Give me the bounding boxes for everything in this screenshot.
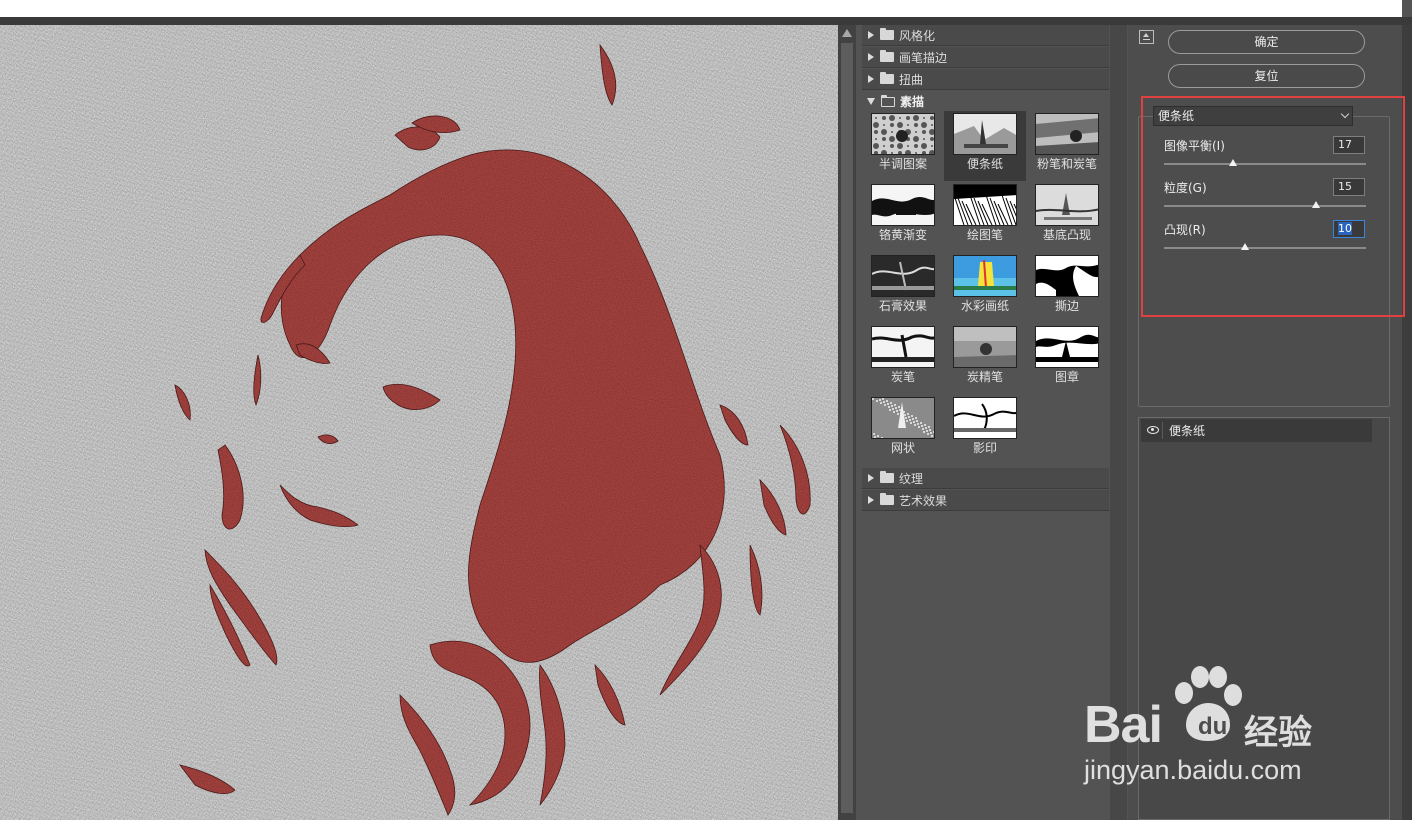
watermark-brand: Bai [1084,696,1163,754]
filter-thumbnail-image [953,255,1017,297]
expand-triangle-icon [868,53,874,61]
expand-triangle-icon [868,75,874,83]
top-bar-gap [1402,0,1412,17]
category-texture[interactable]: 纹理 [862,468,1109,489]
filter-thumb-note[interactable]: 便条纸 [944,111,1026,181]
filter-thumb-relief[interactable]: 基底凸现 [1026,182,1108,252]
baidu-jingyan-watermark: Bai du 经验 jingyan.baidu.com [1080,663,1340,793]
filter-thumb-label: 撕边 [1054,299,1079,313]
folder-icon [880,50,894,62]
layer-divider [1162,422,1163,439]
category-stylize[interactable]: 风格化 [862,25,1109,46]
collapse-gallery-icon[interactable] [1139,30,1154,44]
watermark-jingyan: 经验 [1244,714,1312,752]
collapse-triangle-icon [867,98,875,105]
window-top-bar [0,0,1412,17]
category-label: 风格化 [899,28,936,43]
filter-thumb-label: 影印 [972,441,997,455]
category-artistic[interactable]: 艺术效果 [862,490,1109,511]
filter-thumb-charcoal[interactable]: 炭笔 [862,324,944,394]
scroll-track[interactable] [841,43,853,813]
filter-thumb-label: 便条纸 [966,157,1003,171]
filter-thumb-label: 炭笔 [890,370,915,384]
effect-layer-row[interactable]: 便条纸 [1141,419,1372,442]
filter-thumbnail-image [871,113,935,155]
filter-thumb-halftone[interactable]: 半调图案 [862,111,944,181]
filter-thumbnail-image [871,397,935,439]
expand-triangle-icon [868,474,874,482]
filter-thumb-label: 图章 [1054,370,1079,384]
filter-thumb-torn[interactable]: 撕边 [1026,253,1108,323]
ok-button[interactable]: 确定 [1168,30,1365,54]
reset-button[interactable]: 复位 [1168,64,1365,88]
filter-thumbnail-image [1035,326,1099,368]
filter-thumbnail-image [953,397,1017,439]
category-distort[interactable]: 扭曲 [862,69,1109,90]
category-label: 画笔描边 [899,50,948,65]
expand-triangle-icon [868,496,874,504]
category-label: 纹理 [899,471,924,486]
filter-thumb-chalk[interactable]: 粉笔和炭笔 [1026,111,1108,181]
note-paper-preview-image [0,25,838,820]
filter-thumb-label: 绘图笔 [966,228,1003,242]
filter-thumb-label: 网状 [890,441,915,455]
filter-thumb-conte[interactable]: 炭精笔 [944,324,1026,394]
filter-thumbnail-image [871,255,935,297]
filter-thumb-plaster[interactable]: 石膏效果 [862,253,944,323]
toolbar-strip [0,17,1412,25]
filter-thumbnail-image [1035,113,1099,155]
filter-thumb-label: 石膏效果 [878,299,927,313]
filter-thumb-watercolor[interactable]: 水彩画纸 [944,253,1026,323]
watermark-du: du [1198,713,1228,740]
filter-thumbnail-image [1035,255,1099,297]
filter-thumbnail-image [871,326,935,368]
category-sketch[interactable]: 素描 [862,91,1109,112]
category-label: 艺术效果 [899,493,948,508]
filter-thumb-label: 粉笔和炭笔 [1036,157,1097,171]
filter-thumb-label: 铬黄渐变 [878,228,927,242]
filter-thumb-chrome[interactable]: 铬黄渐变 [862,182,944,252]
open-folder-icon [881,94,895,107]
filter-thumb-label: 半调图案 [878,157,927,171]
filter-thumb-pen[interactable]: 绘图笔 [944,182,1026,252]
filter-thumbnail-image [871,184,935,226]
preview-scrollbar[interactable] [838,25,856,820]
filter-thumbnail-image [1035,184,1099,226]
filter-thumb-label: 炭精笔 [966,370,1003,384]
watermark-url: jingyan.baidu.com [1084,755,1302,785]
filter-thumbnail-image [953,113,1017,155]
category-brush-strokes[interactable]: 画笔描边 [862,47,1109,68]
folder-icon [880,28,894,40]
folder-icon [880,471,894,483]
filter-gallery-panel: 风格化 画笔描边 扭曲 素描 纹理 艺术效果 半调图案 便条纸 粉笔和炭笔铬黄渐变 绘… [862,25,1110,820]
eye-icon[interactable] [1147,426,1159,434]
effect-layer-label: 便条纸 [1169,424,1206,438]
scroll-up-arrow-icon[interactable] [842,29,852,37]
category-label: 素描 [900,95,925,109]
filter-thumb-reticulation[interactable]: 网状 [862,395,944,465]
filter-thumb-stamp[interactable]: 图章 [1026,324,1108,394]
folder-icon [880,493,894,505]
preview-canvas[interactable] [0,25,838,820]
filter-thumb-label: 基底凸现 [1042,228,1091,242]
filter-thumb-label: 水彩画纸 [960,299,1009,313]
category-label: 扭曲 [899,72,924,87]
filter-thumbnail-image [953,184,1017,226]
expand-triangle-icon [868,31,874,39]
highlight-annotation-box [1141,96,1405,317]
filter-thumb-photocopy[interactable]: 影印 [944,395,1026,465]
filter-thumbnail-image [953,326,1017,368]
folder-icon [880,72,894,84]
